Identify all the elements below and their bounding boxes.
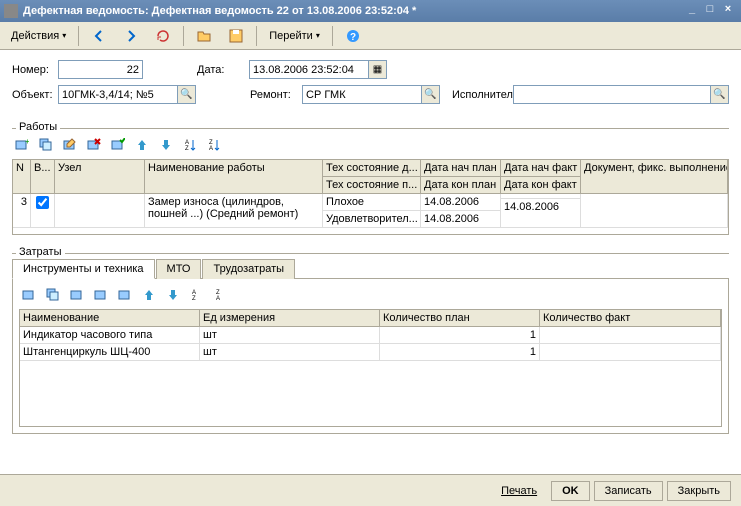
main-toolbar: Действия Перейти ? (0, 22, 741, 50)
repair-input[interactable] (302, 85, 422, 104)
date-label: Дата: (197, 64, 245, 76)
tool-col-unit[interactable]: Ед измерения (200, 310, 380, 326)
move-down-icon[interactable] (156, 135, 176, 155)
tool-col-name[interactable]: Наименование (20, 310, 200, 326)
executor-label: Исполнитель: (452, 89, 509, 101)
col-datefact: Дата нач факт Дата кон факт (501, 160, 581, 193)
object-label: Объект: (12, 89, 54, 101)
finish-edit-icon[interactable] (108, 135, 128, 155)
delete-row-icon[interactable] (84, 135, 104, 155)
svg-text:Z: Z (192, 296, 196, 302)
finish-tool-icon[interactable] (115, 285, 135, 305)
col-tech: Тех состояние д... Тех состояние п... (323, 160, 421, 193)
ok-button[interactable]: OK (551, 481, 590, 501)
works-row[interactable]: 3 Замер износа (цилиндров, пошней ...) (… (13, 194, 728, 228)
tab-tools[interactable]: Инструменты и техника (12, 259, 155, 279)
open-button[interactable] (189, 25, 219, 47)
works-grid[interactable]: N В... Узел Наименование работы Тех сост… (12, 159, 729, 235)
tool-col-plan[interactable]: Количество план (380, 310, 540, 326)
sort-desc-icon[interactable]: ZA (204, 135, 224, 155)
next-button[interactable] (116, 25, 146, 47)
restore-button[interactable]: □ (701, 3, 719, 19)
object-lookup-icon[interactable]: 🔍 (178, 85, 196, 104)
form-area: Номер: Дата: ▦ Объект: 🔍 Ремонт: 🔍 Испол… (0, 50, 741, 120)
tools-grid[interactable]: Наименование Ед измерения Количество пла… (19, 309, 722, 427)
object-input[interactable] (58, 85, 178, 104)
svg-text:Z: Z (185, 146, 189, 152)
col-doc[interactable]: Документ, фикс. выполнение (581, 160, 728, 193)
date-input[interactable] (249, 60, 369, 79)
tool-row[interactable]: Штангенциркуль ШЦ-400 шт 1 (20, 344, 721, 361)
col-dateplan: Дата нач план Дата кон план (421, 160, 501, 193)
goto-menu[interactable]: Перейти (262, 25, 327, 47)
copy-row-icon[interactable] (36, 135, 56, 155)
works-toolbar: + AZ ZA (12, 129, 729, 159)
svg-text:?: ? (350, 32, 356, 43)
repair-lookup-icon[interactable]: 🔍 (422, 85, 440, 104)
tab-labor[interactable]: Трудозатраты (202, 259, 295, 279)
sort-tool-desc-icon[interactable]: ZA (211, 285, 231, 305)
works-group: Работы + AZ ZA N В... Узел Наименование … (12, 128, 729, 235)
tool-row[interactable]: Индикатор часового типа шт 1 (20, 327, 721, 344)
sort-asc-icon[interactable]: AZ (180, 135, 200, 155)
prev-button[interactable] (84, 25, 114, 47)
delete-tool-icon[interactable] (91, 285, 111, 305)
add-tool-icon[interactable] (19, 285, 39, 305)
costs-title: Затраты (16, 246, 65, 258)
save-icon-button[interactable] (221, 25, 251, 47)
add-row-icon[interactable]: + (12, 135, 32, 155)
close-button[interactable]: × (719, 3, 737, 19)
app-icon (4, 4, 18, 18)
down-tool-icon[interactable] (163, 285, 183, 305)
row-checkbox (36, 196, 49, 209)
executor-lookup-icon[interactable]: 🔍 (711, 85, 729, 104)
tab-mto[interactable]: МТО (156, 259, 202, 279)
tools-toolbar: AZ ZA (19, 285, 722, 309)
number-label: Номер: (12, 64, 54, 76)
refresh-button[interactable] (148, 25, 178, 47)
footer: Печать OK Записать Закрыть (0, 474, 741, 506)
calendar-icon[interactable]: ▦ (369, 60, 387, 79)
col-b[interactable]: В... (31, 160, 55, 193)
close-footer-button[interactable]: Закрыть (667, 481, 731, 501)
col-n[interactable]: N (13, 160, 31, 193)
edit-row-icon[interactable] (60, 135, 80, 155)
minimize-button[interactable]: _ (683, 3, 701, 19)
move-up-icon[interactable] (132, 135, 152, 155)
titlebar: Дефектная ведомость: Дефектная ведомость… (0, 0, 741, 22)
print-button[interactable]: Печать (491, 482, 547, 500)
sort-tool-asc-icon[interactable]: AZ (187, 285, 207, 305)
executor-input[interactable] (513, 85, 711, 104)
tab-content-tools: AZ ZA Наименование Ед измерения Количест… (12, 278, 729, 434)
copy-tool-icon[interactable] (43, 285, 63, 305)
repair-label: Ремонт: (250, 89, 298, 101)
number-input[interactable] (58, 60, 143, 79)
doc-input[interactable] (584, 203, 728, 219)
help-button[interactable]: ? (338, 25, 368, 47)
col-node[interactable]: Узел (55, 160, 145, 193)
up-tool-icon[interactable] (139, 285, 159, 305)
tool-col-fact[interactable]: Количество факт (540, 310, 721, 326)
costs-group: Затраты Инструменты и техника МТО Трудоз… (12, 253, 729, 434)
svg-text:+: + (25, 138, 29, 146)
save-button[interactable]: Записать (594, 481, 663, 501)
window-title: Дефектная ведомость: Дефектная ведомость… (23, 5, 683, 17)
col-name[interactable]: Наименование работы (145, 160, 323, 193)
costs-tabs: Инструменты и техника МТО Трудозатраты (12, 258, 729, 278)
svg-text:A: A (216, 296, 220, 302)
actions-menu[interactable]: Действия (4, 25, 73, 47)
edit-tool-icon[interactable] (67, 285, 87, 305)
works-title: Работы (16, 121, 60, 133)
svg-text:A: A (209, 146, 213, 152)
